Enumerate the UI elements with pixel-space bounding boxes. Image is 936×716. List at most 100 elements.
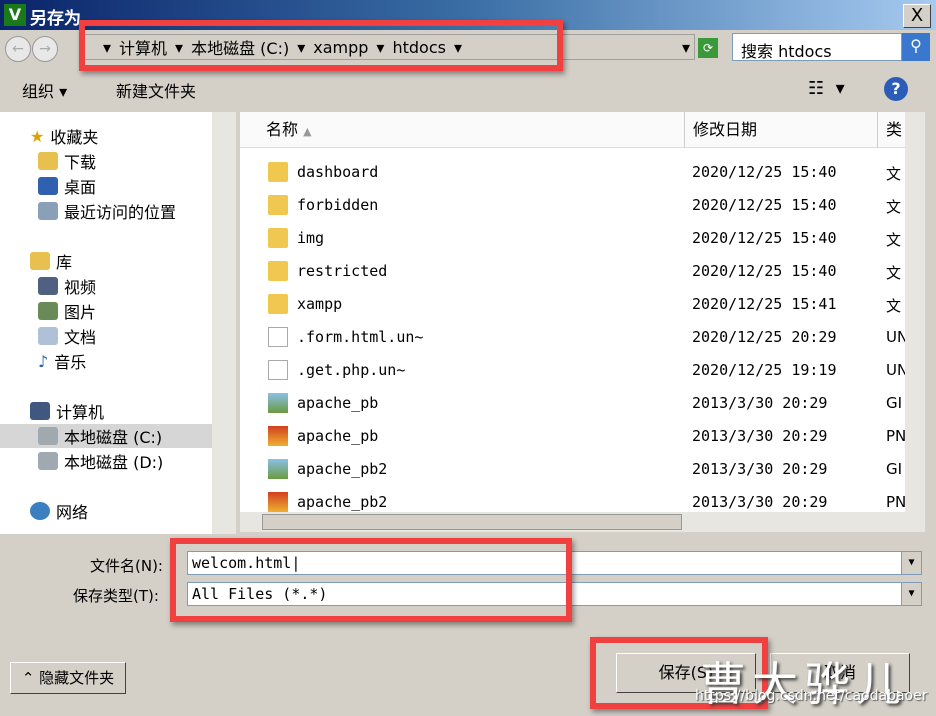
file-row[interactable]: apache_pb2 2013/3/30 20:29 PN xyxy=(240,486,905,512)
address-history-dropdown[interactable]: ▾ xyxy=(682,38,690,57)
sidebar-item-drive-d[interactable]: 本地磁盘 (D:) xyxy=(38,449,163,473)
file-date: 2013/3/30 20:29 xyxy=(692,394,828,412)
refresh-icon[interactable]: ⟳ xyxy=(698,38,718,58)
list-header: 名称 ▲ 修改日期 类 xyxy=(240,112,905,148)
file-date: 2020/12/25 15:40 xyxy=(692,196,837,214)
chevron-down-icon[interactable]: ▼ xyxy=(901,552,921,574)
folder-icon xyxy=(268,294,288,314)
sidebar-scrollbar[interactable] xyxy=(212,112,236,534)
network-icon xyxy=(30,502,50,520)
label: 本地磁盘 (C:) xyxy=(64,428,163,447)
file-date: 2020/12/25 15:40 xyxy=(692,262,837,280)
file-name: apache_pb xyxy=(297,394,379,412)
file-type: 文 xyxy=(886,165,902,183)
folder-icon xyxy=(268,228,288,248)
file-name: dashboard xyxy=(297,163,379,181)
file-type: PN xyxy=(886,427,905,445)
sidebar-favorites[interactable]: ★ 收藏夹 xyxy=(30,124,98,148)
sidebar-network[interactable]: 网络 xyxy=(30,499,88,523)
navigation-pane: ★ 收藏夹 下载 桌面 最近访问的位置 库 视频 图片 文档 ♪ 音乐 计算机 本地… xyxy=(0,112,212,534)
sidebar-libraries[interactable]: 库 xyxy=(30,249,72,273)
label: 隐藏文件夹 xyxy=(39,669,115,687)
help-icon[interactable]: ? xyxy=(884,77,908,101)
file-icon xyxy=(268,360,288,380)
sidebar-computer[interactable]: 计算机 xyxy=(30,399,104,423)
label: 图片 xyxy=(64,303,97,322)
organize-label: 组织 xyxy=(22,82,55,101)
file-name: xampp xyxy=(297,295,343,313)
label: 收藏夹 xyxy=(50,128,99,147)
file-type: 文 xyxy=(886,198,902,216)
close-button[interactable]: X xyxy=(903,4,931,28)
label: 本地磁盘 (D:) xyxy=(64,453,164,472)
back-button[interactable]: ← xyxy=(5,36,31,62)
hide-folders-button[interactable]: ⌃ 隐藏文件夹 xyxy=(10,662,126,694)
image-icon xyxy=(268,459,288,479)
file-row[interactable]: dashboard 2020/12/25 15:40 文 xyxy=(240,156,905,189)
file-row[interactable]: img 2020/12/25 15:40 文 xyxy=(240,222,905,255)
folder-icon xyxy=(268,261,288,281)
file-row[interactable]: .get.php.un~ 2020/12/25 19:19 UN xyxy=(240,354,905,387)
column-type[interactable]: 类 xyxy=(878,112,905,148)
file-icon xyxy=(268,327,288,347)
image-png-icon xyxy=(268,426,288,446)
file-list-horizontal-scrollbar[interactable] xyxy=(240,512,905,532)
sidebar-item-drive-c[interactable]: 本地磁盘 (C:) xyxy=(0,424,212,448)
scroll-thumb[interactable] xyxy=(262,514,682,530)
new-folder-button[interactable]: 新建文件夹 xyxy=(116,78,196,102)
column-name[interactable]: 名称 ▲ xyxy=(240,112,685,148)
file-row[interactable]: apache_pb 2013/3/30 20:29 PN xyxy=(240,420,905,453)
file-name: forbidden xyxy=(297,196,379,214)
music-icon: ♪ xyxy=(38,351,49,371)
file-date: 2020/12/25 15:41 xyxy=(692,295,837,313)
label: 下载 xyxy=(64,153,97,172)
file-date: 2013/3/30 20:29 xyxy=(692,460,828,478)
folder-icon xyxy=(268,162,288,182)
window-title: 另存为 xyxy=(30,9,81,29)
watermark-text: 曹大骅儿 xyxy=(700,657,908,711)
search-input[interactable]: 搜索 htdocs xyxy=(732,33,902,61)
file-row[interactable]: .form.html.un~ 2020/12/25 20:29 UN xyxy=(240,321,905,354)
file-type: UN xyxy=(886,361,905,379)
search-icon[interactable]: ⚲ xyxy=(902,33,930,61)
sidebar-item-downloads[interactable]: 下载 xyxy=(38,149,96,173)
desktop-icon xyxy=(38,177,58,195)
file-date: 2020/12/25 20:29 xyxy=(692,328,837,346)
label: 最近访问的位置 xyxy=(64,203,177,222)
file-row[interactable]: apache_pb 2013/3/30 20:29 GI xyxy=(240,387,905,420)
save-type-label: 保存类型(T): xyxy=(73,587,159,605)
sidebar-item-recent[interactable]: 最近访问的位置 xyxy=(38,199,176,223)
file-row[interactable]: apache_pb2 2013/3/30 20:29 GI xyxy=(240,453,905,486)
file-row[interactable]: xampp 2020/12/25 15:41 文 xyxy=(240,288,905,321)
image-icon xyxy=(268,393,288,413)
computer-icon xyxy=(30,402,50,420)
file-date: 2020/12/25 15:40 xyxy=(692,229,837,247)
sidebar-item-pictures[interactable]: 图片 xyxy=(38,299,96,323)
file-date: 2013/3/30 20:29 xyxy=(692,427,828,445)
forward-button[interactable]: → xyxy=(32,36,58,62)
file-date: 2020/12/25 15:40 xyxy=(692,163,837,181)
file-type: GI xyxy=(886,460,903,478)
label: 库 xyxy=(56,253,73,272)
sidebar-item-desktop[interactable]: 桌面 xyxy=(38,174,96,198)
view-options-icon[interactable]: ☷ ▾ xyxy=(808,78,845,99)
file-row[interactable]: forbidden 2020/12/25 15:40 文 xyxy=(240,189,905,222)
recent-places-icon xyxy=(38,202,58,220)
sidebar-item-videos[interactable]: 视频 xyxy=(38,274,96,298)
pictures-icon xyxy=(38,302,58,320)
file-list-vertical-scrollbar[interactable] xyxy=(905,112,925,532)
vim-icon: V xyxy=(4,4,26,26)
file-type: UN xyxy=(886,328,905,346)
file-row[interactable]: restricted 2020/12/25 15:40 文 xyxy=(240,255,905,288)
organize-button[interactable]: 组织 ▾ xyxy=(22,78,67,102)
label: 音乐 xyxy=(54,353,87,372)
file-type: 文 xyxy=(886,264,902,282)
file-type: PN xyxy=(886,493,905,511)
sidebar-item-music[interactable]: ♪ 音乐 xyxy=(38,349,86,373)
filename-label: 文件名(N): xyxy=(90,557,163,575)
file-list: 名称 ▲ 修改日期 类 dashboard 2020/12/25 15:40 文… xyxy=(240,112,905,512)
sidebar-item-documents[interactable]: 文档 xyxy=(38,324,96,348)
column-date[interactable]: 修改日期 xyxy=(685,112,878,148)
chevron-down-icon[interactable]: ▼ xyxy=(901,583,921,605)
file-name: apache_pb2 xyxy=(297,493,388,511)
